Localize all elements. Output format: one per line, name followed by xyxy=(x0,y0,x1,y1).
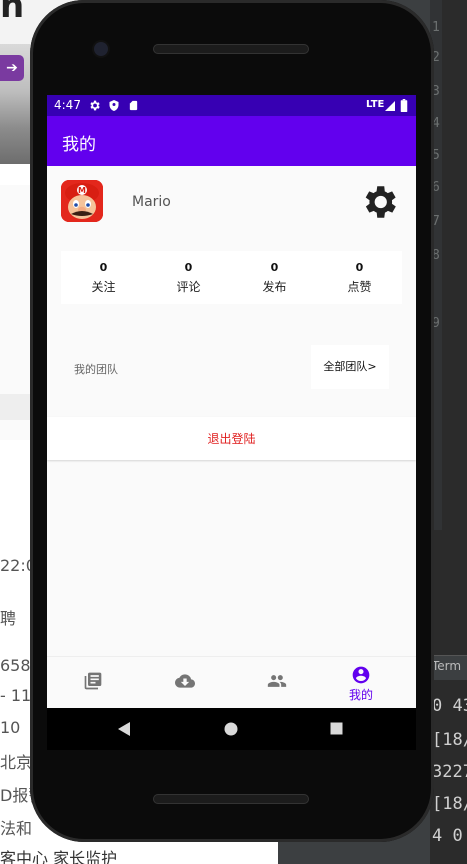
username: Mario xyxy=(132,194,171,210)
network-type: LTE xyxy=(366,99,385,110)
news-line: 聘 xyxy=(0,609,17,628)
system-navigation-bar xyxy=(47,708,416,750)
line-number: 1 xyxy=(432,20,440,35)
stat-label: 评论 xyxy=(176,280,201,294)
site-logo: n xyxy=(0,0,25,26)
bottom-speaker xyxy=(153,794,309,804)
bottom-navigation: 我的 xyxy=(47,656,416,708)
account-circle-icon xyxy=(352,666,370,684)
stat-posts[interactable]: 0 发布 xyxy=(232,251,317,304)
battery-icon xyxy=(400,99,408,112)
stat-value: 0 xyxy=(99,261,108,274)
logout-label: 退出登陆 xyxy=(207,432,256,446)
news-line: 658 xyxy=(0,656,31,675)
all-teams-button[interactable]: 全部团队> xyxy=(311,345,389,389)
news-line: 北京 xyxy=(0,753,33,772)
news-line: 客中心 家长监护 xyxy=(0,849,118,864)
terminal-tab-label[interactable]: Term xyxy=(432,659,461,673)
stat-comments[interactable]: 0 评论 xyxy=(146,251,231,304)
settings-status-icon xyxy=(90,100,100,111)
terminal-line: [18/ xyxy=(432,730,467,750)
recents-icon[interactable] xyxy=(330,722,343,735)
gear-icon[interactable] xyxy=(358,181,400,223)
forward-circle-icon[interactable]: ➔ xyxy=(0,55,24,81)
cloud-download-icon xyxy=(175,674,195,688)
back-icon[interactable] xyxy=(117,722,131,736)
stat-value: 0 xyxy=(270,261,279,274)
background-ide-window: 1 2 3 4 5 6 7 8 9 Term 0 43 [18/ 3227 [1… xyxy=(430,0,467,864)
stat-value: 0 xyxy=(355,261,364,274)
nav-tab-library[interactable] xyxy=(47,657,139,708)
shield-status-icon xyxy=(109,100,119,111)
news-line: 法和 xyxy=(0,819,33,838)
nav-tab-download[interactable] xyxy=(139,657,231,708)
front-camera xyxy=(94,42,108,56)
terminal-line: [18/ xyxy=(432,794,467,814)
logout-button[interactable]: 退出登陆 xyxy=(47,417,416,460)
people-icon xyxy=(267,675,287,687)
stat-likes[interactable]: 0 点赞 xyxy=(317,251,402,304)
stat-label: 点赞 xyxy=(347,280,372,294)
status-bar: 4:47 LTE xyxy=(47,95,416,116)
app-bar: 我的 xyxy=(47,116,416,166)
terminal-line: 4 0 xyxy=(432,826,463,846)
stat-follow[interactable]: 0 关注 xyxy=(61,251,146,304)
top-speaker xyxy=(153,44,309,54)
status-time: 4:47 xyxy=(54,98,81,112)
home-icon[interactable] xyxy=(224,722,238,736)
news-line: 10 xyxy=(0,718,21,737)
background-strip xyxy=(0,394,30,420)
nav-tab-me[interactable]: 我的 xyxy=(315,657,407,708)
nav-tab-label: 我的 xyxy=(348,688,373,702)
library-books-icon xyxy=(84,672,102,690)
mario-avatar-icon[interactable]: M xyxy=(61,180,103,222)
my-team-label: 我的团队 xyxy=(74,363,118,376)
svg-text:M: M xyxy=(78,186,86,195)
page-title: 我的 xyxy=(62,135,96,155)
signal-icon xyxy=(385,101,395,111)
nav-tab-people[interactable] xyxy=(231,657,323,708)
terminal-line: 0 43 xyxy=(432,696,467,716)
stats-card: 0 关注 0 评论 0 发布 0 点赞 xyxy=(61,251,402,304)
terminal-line: 3227 xyxy=(432,762,467,782)
app-screen: 4:47 LTE 我的 M Mario 0 关注 0 评论 0 发布 0 点赞 … xyxy=(47,95,416,708)
avatar-image: M xyxy=(61,180,103,222)
sd-card-status-icon xyxy=(129,100,138,111)
stat-label: 关注 xyxy=(91,280,116,294)
stat-value: 0 xyxy=(184,261,193,274)
stat-label: 发布 xyxy=(262,280,287,294)
